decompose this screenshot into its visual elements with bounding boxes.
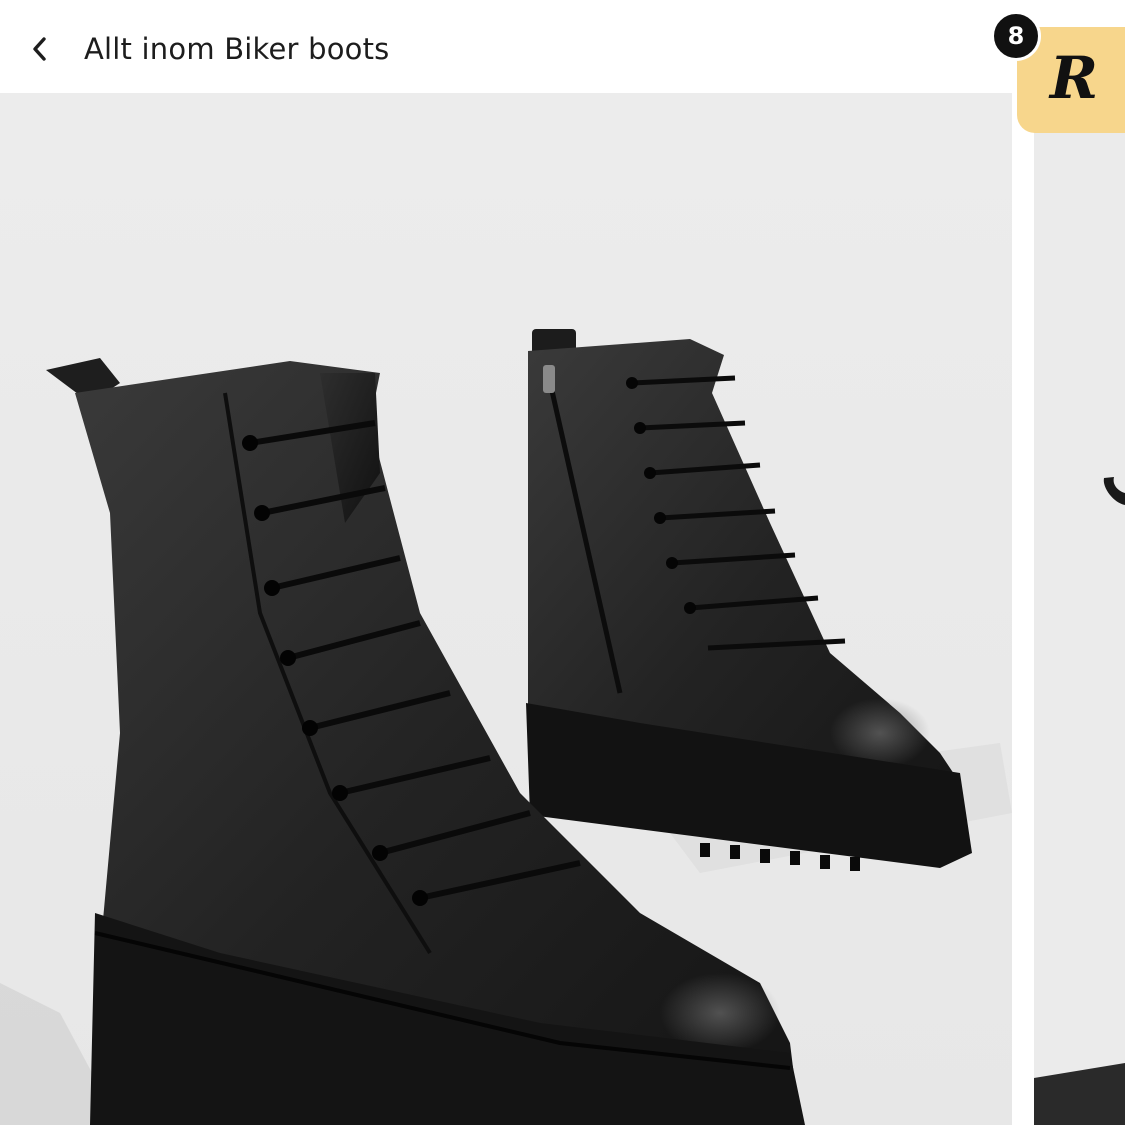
product-image-carousel[interactable] xyxy=(0,93,1125,1125)
boot-back xyxy=(526,329,972,871)
product-image-next[interactable] xyxy=(1034,93,1125,1125)
rewards-count-badge: 8 xyxy=(991,11,1041,61)
product-page: Allt inom Biker boots R 8 xyxy=(0,0,1125,1125)
top-bar: Allt inom Biker boots xyxy=(0,0,1125,93)
product-image-main[interactable] xyxy=(0,93,1012,1125)
boots-image-next xyxy=(1034,477,1125,1125)
rewards-logo-letter: R xyxy=(1048,44,1098,112)
back-button[interactable]: Allt inom Biker boots xyxy=(30,22,389,76)
back-label: Allt inom Biker boots xyxy=(84,32,390,66)
chevron-left-icon xyxy=(30,22,70,76)
rewards-logo: R xyxy=(1048,44,1098,112)
boots-image xyxy=(0,329,1012,1125)
